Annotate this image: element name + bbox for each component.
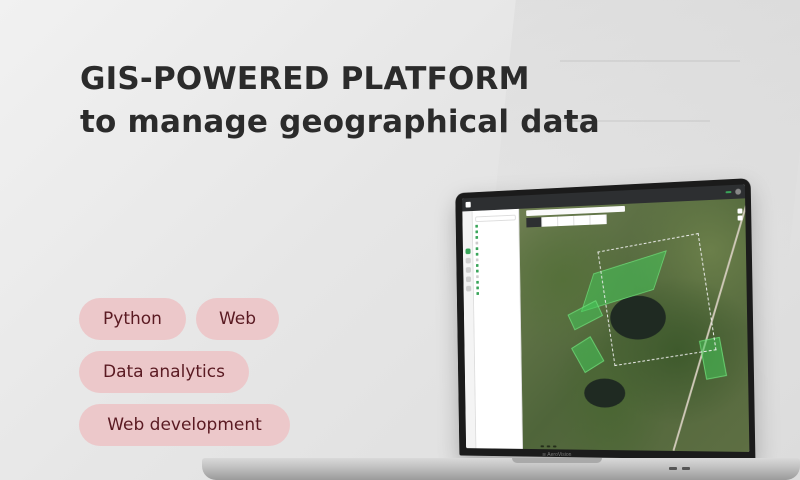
laptop-brand: ≋ AeroVision xyxy=(542,452,572,458)
layer-item[interactable] xyxy=(475,251,517,256)
layer-item[interactable] xyxy=(475,223,516,228)
tag-web-development: Web development xyxy=(79,404,290,446)
layer-item[interactable] xyxy=(475,229,516,234)
laptop-base: ≋ AeroVision xyxy=(202,452,800,480)
tool-icon[interactable] xyxy=(465,276,472,283)
layer-item[interactable] xyxy=(475,263,517,267)
page-title: GIS-POWERED PLATFORM to manage geographi… xyxy=(80,58,600,144)
map-tab[interactable] xyxy=(526,217,543,228)
laptop-notch xyxy=(512,458,602,463)
tag-web: Web xyxy=(196,298,279,340)
status-item xyxy=(546,445,551,448)
tool-icon[interactable] xyxy=(465,257,471,264)
tool-icon[interactable] xyxy=(466,285,472,292)
tag-python: Python xyxy=(79,298,186,340)
layer-search-input[interactable] xyxy=(475,214,516,223)
share-button[interactable] xyxy=(725,191,732,194)
avatar-icon[interactable] xyxy=(735,188,742,195)
port-icon xyxy=(682,467,690,470)
layers-icon[interactable] xyxy=(465,248,471,255)
status-item xyxy=(540,445,545,448)
layer-panel xyxy=(472,208,524,449)
tool-icon[interactable] xyxy=(465,267,471,273)
title-line-1: GIS-POWERED PLATFORM xyxy=(80,61,530,97)
map-field-polygon[interactable] xyxy=(571,336,605,374)
layer-item[interactable] xyxy=(476,274,517,279)
map-tab[interactable] xyxy=(590,214,607,225)
layer-item[interactable] xyxy=(475,257,517,262)
layer-item[interactable] xyxy=(476,285,517,290)
map-tab[interactable] xyxy=(558,215,575,227)
map-field-polygon[interactable] xyxy=(567,300,604,331)
map-boundary xyxy=(597,233,717,367)
zoom-in-icon[interactable] xyxy=(737,208,743,214)
layer-item[interactable] xyxy=(476,291,517,295)
gis-app-display xyxy=(462,184,750,452)
map-tab[interactable] xyxy=(542,216,559,227)
layer-item[interactable] xyxy=(475,246,517,251)
layer-item[interactable] xyxy=(476,280,517,284)
logo-icon xyxy=(465,201,471,208)
map-toolbar[interactable] xyxy=(526,205,625,217)
map-controls xyxy=(737,208,743,222)
tag-data-analytics: Data analytics xyxy=(79,351,249,393)
zoom-out-icon[interactable] xyxy=(737,215,743,221)
laptop-screen xyxy=(455,178,756,461)
title-line-2: to manage geographical data xyxy=(80,104,600,140)
layer-item[interactable] xyxy=(475,240,517,245)
layer-item[interactable] xyxy=(476,268,517,273)
laptop-ports xyxy=(669,467,690,470)
satellite-map[interactable] xyxy=(519,198,750,452)
layer-item[interactable] xyxy=(475,234,517,239)
map-lake xyxy=(584,378,626,408)
status-item xyxy=(552,445,557,448)
port-icon xyxy=(669,467,677,470)
map-tab[interactable] xyxy=(574,215,591,226)
map-statusbar xyxy=(540,445,557,448)
map-tabs[interactable] xyxy=(526,214,607,228)
